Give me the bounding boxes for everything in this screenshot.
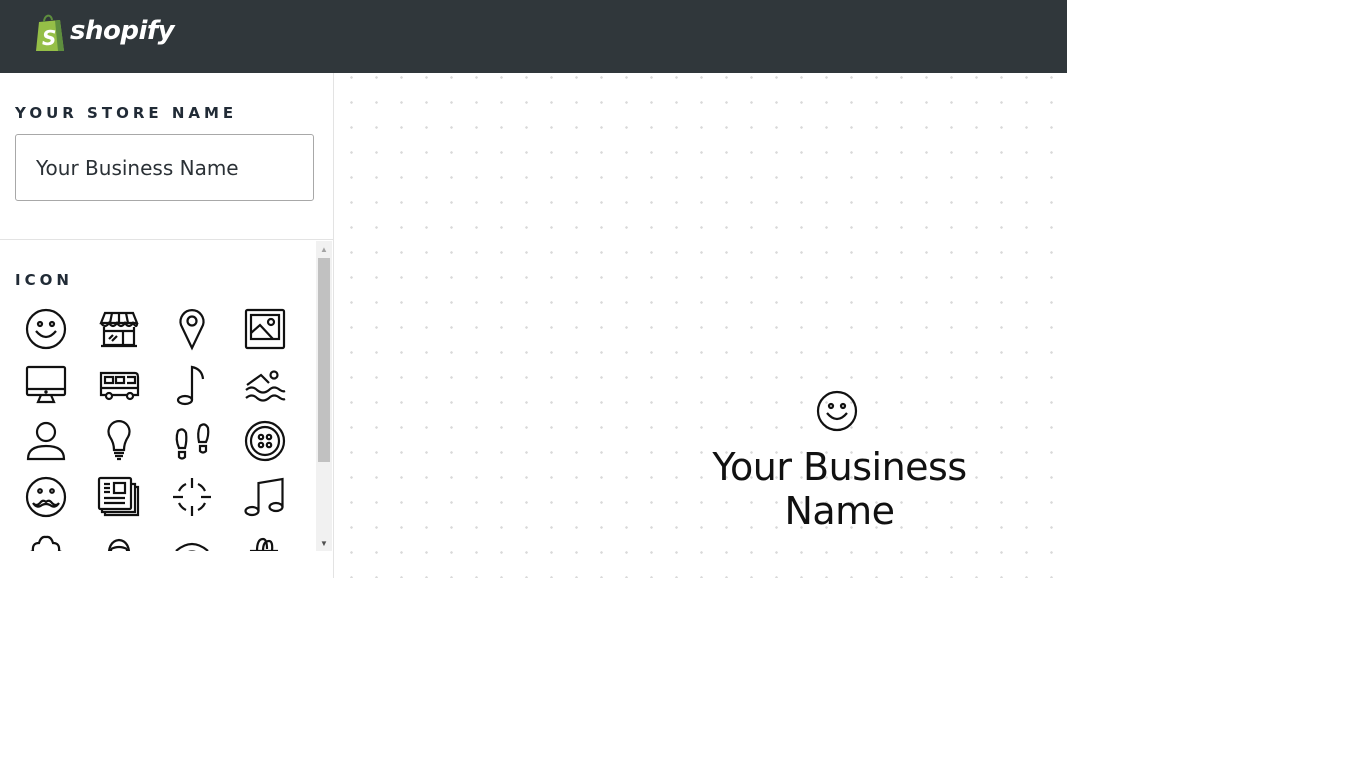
icon-option-person[interactable] xyxy=(20,417,72,465)
sidebar: YOUR STORE NAME ICON xyxy=(0,73,334,578)
picture-frame-icon xyxy=(244,308,286,350)
map-pin-icon xyxy=(179,309,205,351)
icon-list-scrollbar[interactable]: ▲ ▼ xyxy=(316,241,332,551)
scroll-down-arrow-icon[interactable]: ▼ xyxy=(316,535,332,551)
preview-business-name: Your Business Name xyxy=(712,445,967,533)
icon-option-storefront[interactable] xyxy=(93,305,145,353)
store-name-input[interactable] xyxy=(15,134,314,201)
icon-option-light-bulb[interactable] xyxy=(93,417,145,465)
icon-section-label: ICON xyxy=(15,271,73,289)
swimmer-icon xyxy=(245,370,286,402)
bus-icon xyxy=(99,371,140,401)
icon-option-newspaper[interactable] xyxy=(93,473,145,521)
icon-option-desktop[interactable] xyxy=(20,361,72,409)
svg-text:S: S xyxy=(42,26,56,50)
store-name-section: YOUR STORE NAME xyxy=(0,73,333,240)
icon-option-swimmer[interactable] xyxy=(239,361,291,409)
wifi-icon xyxy=(175,542,209,551)
icon-option-bus[interactable] xyxy=(93,361,145,409)
icon-option-flower[interactable] xyxy=(20,529,72,551)
button-icon xyxy=(244,420,286,462)
footprints-icon xyxy=(175,423,210,460)
icon-grid xyxy=(20,305,300,551)
icon-option-footprints[interactable] xyxy=(166,417,218,465)
crosshair-icon xyxy=(173,478,211,516)
icon-option-hair-head[interactable] xyxy=(93,529,145,551)
flower-icon xyxy=(30,535,62,551)
person-icon xyxy=(26,421,66,461)
scroll-up-arrow-icon[interactable]: ▲ xyxy=(316,241,332,257)
brand-name: shopify xyxy=(70,16,175,46)
storefront-icon xyxy=(99,311,139,348)
icon-section: ICON ▲ ▼ xyxy=(0,241,333,551)
store-name-label: YOUR STORE NAME xyxy=(15,104,238,122)
preview-smiley-face-icon xyxy=(816,390,858,432)
light-bulb-icon xyxy=(107,420,131,461)
icon-option-crosshair[interactable] xyxy=(166,473,218,521)
icon-option-picture[interactable] xyxy=(239,305,291,353)
logo-preview-canvas: Your Business Name xyxy=(334,73,1067,578)
icon-option-music-note[interactable] xyxy=(166,361,218,409)
top-bar: S shopify xyxy=(0,0,1067,73)
icon-option-wifi[interactable] xyxy=(166,529,218,551)
icon-option-button[interactable] xyxy=(239,417,291,465)
shopify-bag-icon: S xyxy=(36,14,64,51)
newspaper-icon xyxy=(97,476,140,517)
mustache-face-icon xyxy=(25,476,67,518)
hair-head-icon xyxy=(107,538,131,551)
desktop-monitor-icon xyxy=(25,365,67,404)
icon-option-mustache-face[interactable] xyxy=(20,473,72,521)
icon-option-double-music-note[interactable] xyxy=(239,473,291,521)
shopping-bag-icon xyxy=(249,537,279,551)
music-note-icon xyxy=(176,365,205,406)
scroll-thumb[interactable] xyxy=(318,258,330,462)
icon-option-map-pin[interactable] xyxy=(166,305,218,353)
icon-option-smiley[interactable] xyxy=(20,305,72,353)
smiley-face-icon xyxy=(25,308,67,350)
icon-option-shopping-bag[interactable] xyxy=(239,529,291,551)
double-music-note-icon xyxy=(244,477,284,517)
shopify-logo[interactable]: S shopify xyxy=(33,13,175,53)
